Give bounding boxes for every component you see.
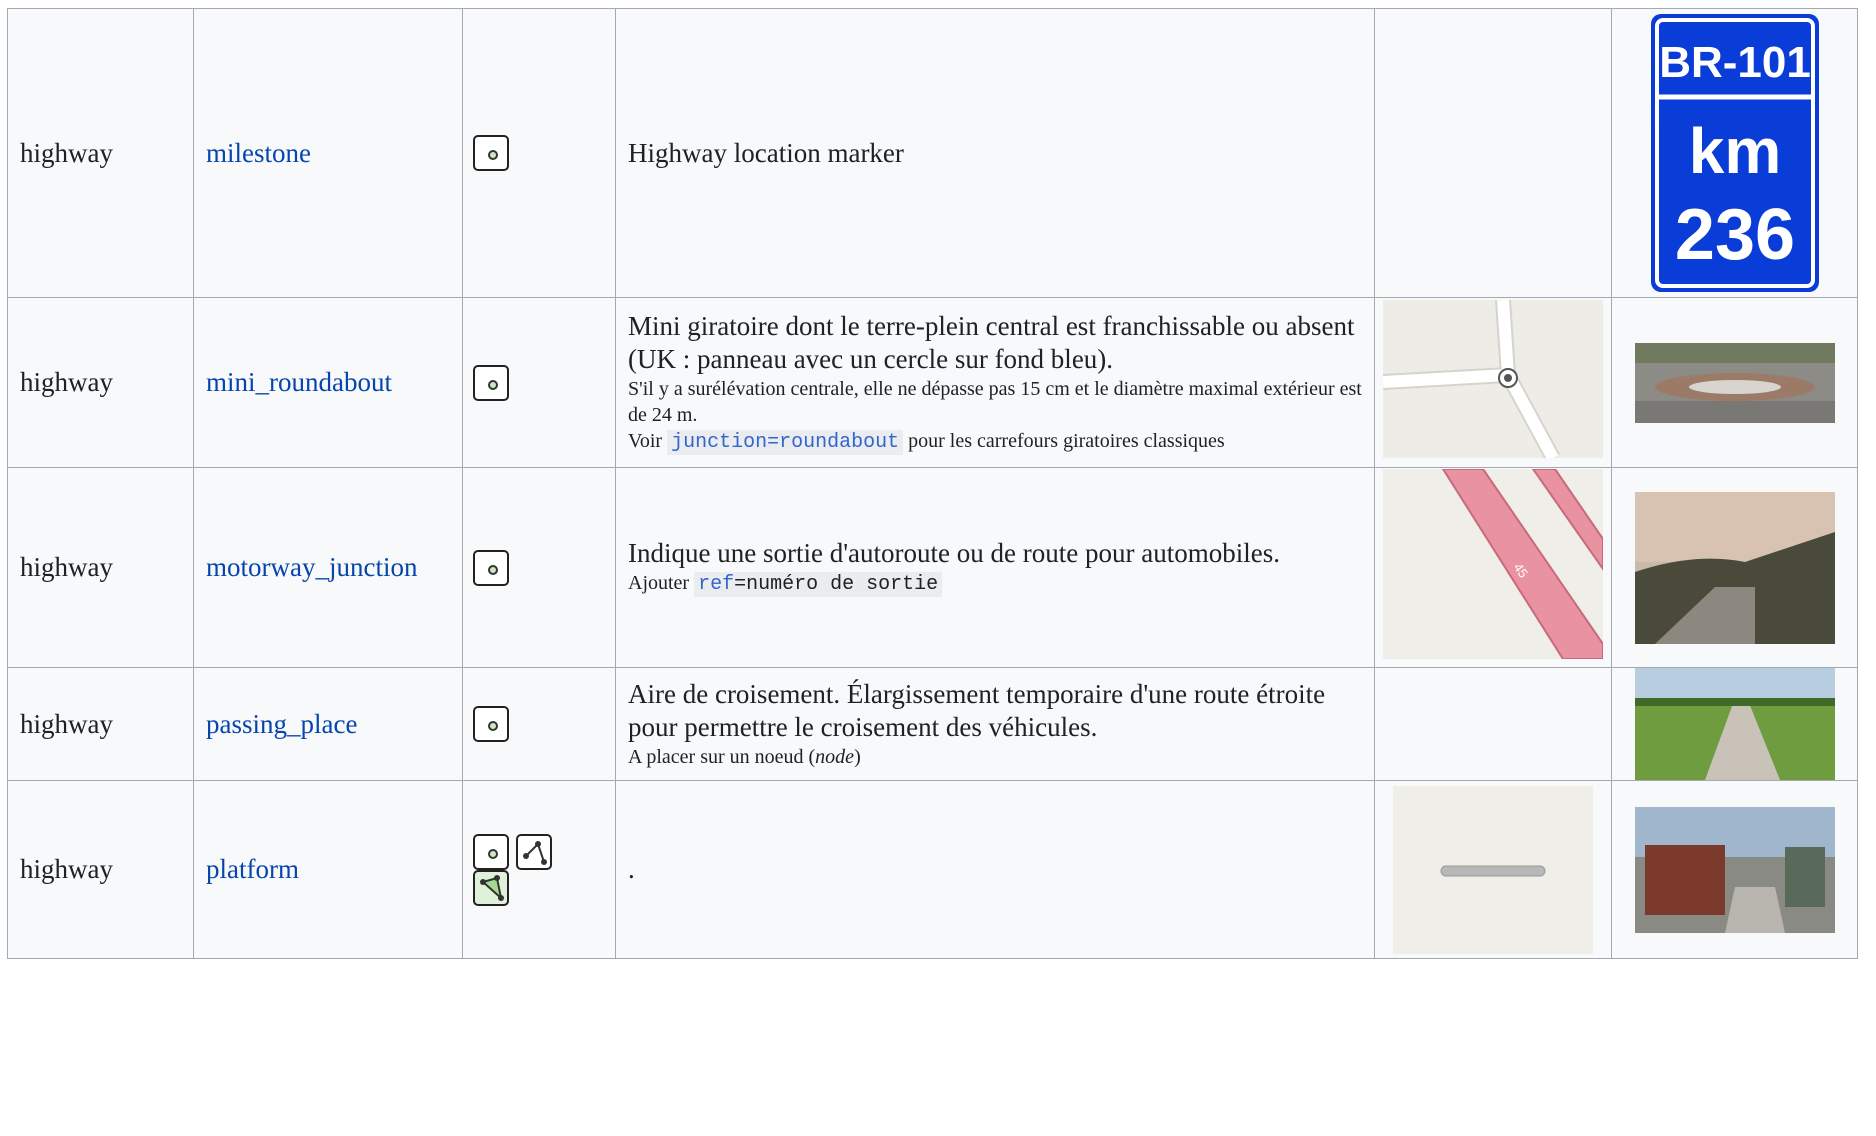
description-note: Ajouter ref=numéro de sortie — [628, 570, 1362, 598]
description-see-also: Voir junction=roundabout pour les carref… — [628, 429, 1225, 455]
platform-photo[interactable] — [1634, 806, 1835, 933]
rendering-cell — [1374, 297, 1612, 468]
description-cell: Indique une sortie d'autoroute ou de rou… — [615, 467, 1375, 668]
photo-cell: BR-101 km 236 — [1611, 8, 1858, 298]
photo-cell — [1611, 780, 1858, 959]
node-icon[interactable] — [473, 364, 509, 401]
description-cell: Mini giratoire dont le terre-plein centr… — [615, 297, 1375, 468]
value-cell: platform — [193, 780, 463, 959]
value-cell: motorway_junction — [193, 467, 463, 668]
table-row: highway milestone Highway location marke… — [7, 8, 1858, 298]
table-row: highway passing_place Aire de croisement… — [7, 667, 1858, 781]
description-cell: . — [615, 780, 1375, 959]
description-main: Mini giratoire dont le terre-plein centr… — [628, 310, 1355, 374]
key-cell: highway — [7, 8, 194, 298]
rendering-cell — [1374, 667, 1612, 781]
table-row: highway motorway_junction Indique une so… — [7, 467, 1858, 668]
sign-km-number: 236 — [1674, 195, 1794, 275]
tag-code[interactable]: junction=roundabout — [667, 429, 904, 455]
key-cell: highway — [7, 780, 194, 959]
description-cell: Highway location marker — [615, 8, 1375, 298]
milestone-sign-image[interactable]: BR-101 km 236 — [1650, 13, 1820, 293]
osm-features-table: highway milestone Highway location marke… — [7, 8, 1858, 959]
value-cell: mini_roundabout — [193, 297, 463, 468]
motorway-junction-render: 45 — [1383, 467, 1604, 660]
sign-road-number: BR-101 — [1659, 38, 1811, 87]
mini-roundabout-photo[interactable] — [1634, 342, 1835, 423]
element-cell — [462, 780, 616, 959]
photo-cell — [1611, 467, 1858, 668]
sign-km-label: km — [1688, 115, 1781, 187]
key-cell: highway — [7, 297, 194, 468]
table-row: highway mini_roundabout Mini giratoire d… — [7, 297, 1858, 468]
rendering-cell — [1374, 8, 1612, 298]
node-icon[interactable] — [473, 706, 509, 743]
rendering-cell: 45 — [1374, 467, 1612, 668]
value-link[interactable]: platform — [206, 854, 299, 884]
key-cell: highway — [7, 467, 194, 668]
mini-roundabout-render — [1382, 298, 1603, 462]
element-cell — [462, 667, 616, 781]
description-note: S'il y a surélévation centrale, elle ne … — [628, 377, 1362, 426]
table-row: highway platform . — [7, 780, 1858, 959]
value-link[interactable]: mini_roundabout — [206, 367, 392, 397]
way-icon[interactable] — [515, 833, 552, 870]
node-icon[interactable] — [473, 549, 509, 586]
motorway-junction-photo[interactable] — [1634, 491, 1835, 644]
element-cell — [462, 8, 616, 298]
rendering-cell — [1374, 780, 1612, 959]
description-cell: Aire de croisement. Élargissement tempor… — [615, 667, 1375, 781]
tag-code[interactable]: ref=numéro de sortie — [694, 572, 943, 597]
key-cell: highway — [7, 667, 194, 781]
value-link[interactable]: passing_place — [206, 709, 357, 739]
passing-place-photo[interactable] — [1634, 668, 1835, 780]
value-link[interactable]: milestone — [206, 138, 311, 168]
value-cell: milestone — [193, 8, 463, 298]
photo-cell — [1611, 297, 1858, 468]
platform-render — [1393, 785, 1593, 954]
photo-cell — [1611, 667, 1858, 781]
description-main: Aire de croisement. Élargissement tempor… — [628, 679, 1326, 742]
element-cell — [462, 297, 616, 468]
node-icon[interactable] — [473, 833, 509, 870]
value-cell: passing_place — [193, 667, 463, 781]
element-cell — [462, 467, 616, 668]
description-note: A placer sur un noeud (node) — [628, 746, 861, 768]
value-link[interactable]: motorway_junction — [206, 552, 417, 582]
area-icon[interactable] — [473, 870, 509, 907]
node-icon[interactable] — [473, 135, 509, 172]
description-main: Indique une sortie d'autoroute ou de rou… — [628, 538, 1280, 568]
